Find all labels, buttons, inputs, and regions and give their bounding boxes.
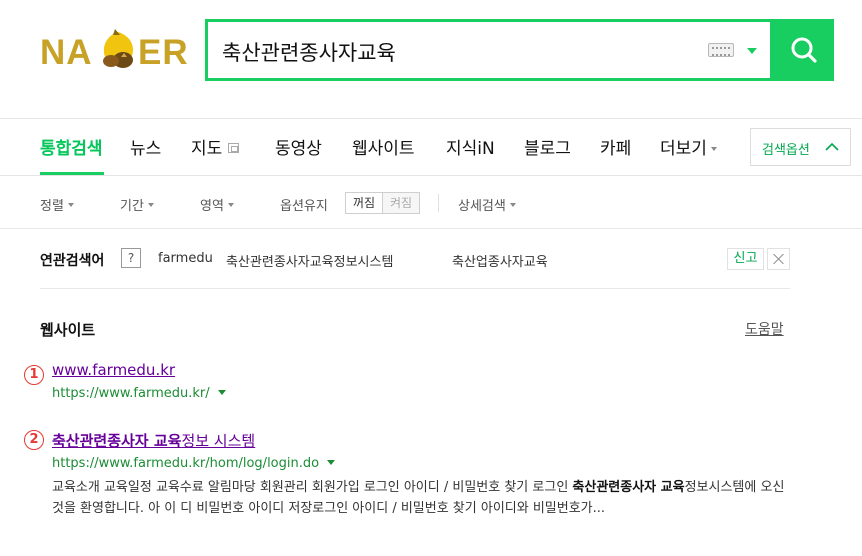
filter-detail-search[interactable]: 상세검색: [458, 195, 516, 214]
filter-sort-label: 정렬: [40, 199, 64, 214]
tab-knowledge-in[interactable]: 지식iN: [446, 134, 495, 159]
tab-video[interactable]: 동영상: [275, 134, 322, 159]
filter-area[interactable]: 영역: [200, 195, 234, 214]
result-url-text: https://www.farmedu.kr/: [52, 386, 210, 401]
external-window-icon: [228, 143, 240, 153]
logo-text-right: ER: [138, 33, 189, 72]
search-button[interactable]: [773, 19, 834, 81]
divider: [40, 288, 790, 289]
divider: [0, 228, 862, 229]
caret-down-icon[interactable]: [327, 460, 336, 465]
logo-text-left: NA: [40, 33, 93, 72]
search-icon: [791, 37, 817, 63]
caret-down-icon: [509, 203, 516, 207]
search-options-button[interactable]: 검색옵션: [750, 128, 851, 166]
help-icon[interactable]: ?: [121, 248, 141, 268]
tab-map[interactable]: 지도: [191, 134, 240, 159]
divider: [438, 194, 439, 212]
result-marker: 2: [24, 430, 44, 450]
tab-blog[interactable]: 블로그: [524, 134, 571, 159]
tab-website[interactable]: 웹사이트: [352, 134, 415, 159]
filter-period[interactable]: 기간: [120, 195, 154, 214]
result-url[interactable]: https://www.farmedu.kr/hom/log/login.do: [52, 456, 336, 471]
autocomplete-toggle-icon[interactable]: [747, 48, 757, 54]
related-keyword[interactable]: 축산업종사자교육: [452, 251, 548, 270]
chestnut-logo-icon: [103, 29, 133, 68]
result-title-link[interactable]: 축산관련종사자 교육정보 시스템: [52, 430, 255, 451]
keyboard-icon[interactable]: [708, 43, 734, 57]
toggle-off-button[interactable]: 꺼짐: [346, 193, 383, 213]
caret-down-icon: [227, 203, 234, 207]
naver-logo[interactable]: NA ER: [38, 26, 189, 76]
tab-news[interactable]: 뉴스: [130, 134, 161, 159]
option-keep-toggle[interactable]: 꺼짐 켜짐: [345, 192, 420, 214]
report-button[interactable]: 신고: [727, 248, 764, 270]
caret-down-icon: [710, 147, 717, 151]
result-marker: 1: [24, 365, 44, 385]
desc-part: 교육소개 교육일정 교육수료 알림마당 회원관리 회원가입 로그인 아이디 / …: [52, 480, 573, 495]
filter-sort[interactable]: 정렬: [40, 195, 74, 214]
caret-down-icon: [67, 203, 74, 207]
filter-area-label: 영역: [200, 199, 224, 214]
tab-map-label: 지도: [191, 139, 223, 159]
related-keyword[interactable]: farmedu: [158, 251, 213, 266]
filter-detail-label: 상세검색: [458, 199, 506, 214]
help-link[interactable]: 도움말: [745, 319, 784, 339]
related-keyword[interactable]: 축산관련종사자교육정보시스템: [226, 251, 393, 270]
result-url-text: https://www.farmedu.kr/hom/log/login.do: [52, 456, 320, 471]
search-options-label: 검색옵션: [762, 143, 810, 158]
divider: [0, 175, 862, 176]
search-box[interactable]: 축산관련종사자교육: [205, 19, 773, 81]
search-input[interactable]: 축산관련종사자교육: [222, 37, 396, 67]
close-icon[interactable]: [767, 248, 790, 270]
chevron-up-icon: [825, 142, 839, 151]
option-keep-label: 옵션유지: [280, 199, 328, 214]
result-title-link[interactable]: www.farmedu.kr: [52, 361, 175, 379]
divider: [0, 118, 862, 119]
result-description: 교육소개 교육일정 교육수료 알림마당 회원관리 회원가입 로그인 아이디 / …: [52, 477, 792, 519]
tab-more[interactable]: 더보기: [660, 134, 717, 159]
caret-down-icon[interactable]: [217, 390, 226, 395]
filter-period-label: 기간: [120, 199, 144, 214]
result-title-rest: 정보 시스템: [181, 432, 256, 450]
section-title: 웹사이트: [40, 321, 96, 339]
result-url[interactable]: https://www.farmedu.kr/: [52, 386, 226, 401]
desc-bold: 축산관련종사자 교육: [572, 480, 685, 495]
tab-cafe[interactable]: 카페: [600, 134, 631, 159]
related-searches-title: 연관검색어: [40, 253, 105, 269]
tab-integrated-search[interactable]: 통합검색: [40, 134, 103, 159]
caret-down-icon: [147, 203, 154, 207]
toggle-on-button[interactable]: 켜짐: [383, 193, 419, 213]
tab-more-label: 더보기: [660, 139, 707, 159]
result-title-bold: 축산관련종사자 교육: [52, 432, 182, 450]
